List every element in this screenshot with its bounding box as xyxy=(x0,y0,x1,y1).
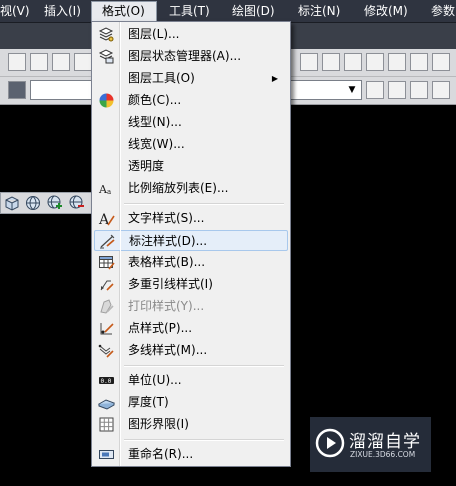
menu-tools[interactable]: 工具(T) xyxy=(169,0,210,22)
menu-insert[interactable]: 插入(I) xyxy=(44,0,81,22)
units-icon: 0.0 xyxy=(99,377,114,385)
menu-item-label: 打印样式(Y)... xyxy=(128,299,205,313)
view-toolbar xyxy=(0,192,92,214)
menu-item-label: 多线样式(M)... xyxy=(128,343,208,357)
menu-item-label: 线型(N)... xyxy=(128,115,182,129)
layer-match-icon[interactable] xyxy=(388,81,406,99)
menu-bar: 视(V) 插入(I) 格式(O) 工具(T) 绘图(D) 标注(N) 修改(M)… xyxy=(0,0,456,23)
menu-item-label: 线宽(W)... xyxy=(128,137,185,151)
menu-view[interactable]: 视(V) xyxy=(0,0,30,22)
point-style-icon xyxy=(100,323,114,335)
table-style-icon xyxy=(99,256,115,270)
plot-style-icon xyxy=(100,299,114,314)
menu-item-thickness[interactable]: 厚度(T) xyxy=(94,392,288,413)
chevron-down-icon[interactable]: ▼ xyxy=(345,83,359,97)
cube-view-icon[interactable] xyxy=(4,195,20,211)
menu-item-plot-style: 打印样式(Y)... xyxy=(94,296,288,317)
menu-item-label: 比例缩放列表(E)... xyxy=(128,181,229,195)
drawing-limits-icon xyxy=(99,417,114,432)
menu-item-color[interactable]: 颜色(C)... xyxy=(94,90,288,111)
layer-icon xyxy=(98,27,114,42)
watermark-text: 溜溜自学 xyxy=(349,432,421,452)
grid-icon[interactable] xyxy=(300,53,318,71)
menu-separator xyxy=(124,203,284,205)
menu-item-label: 厚度(T) xyxy=(128,395,169,409)
layer-previous-icon[interactable] xyxy=(366,81,384,99)
globe-remove-icon[interactable] xyxy=(69,195,85,211)
blank-icon[interactable] xyxy=(432,53,450,71)
menu-item-rename[interactable]: 重命名(R)... xyxy=(94,444,288,465)
menu-item-dimension-style[interactable]: 标注样式(D)... xyxy=(94,230,288,251)
menu-item-label: 透明度 xyxy=(128,159,165,173)
play-logo-icon xyxy=(315,428,345,458)
menu-modify[interactable]: 修改(M) xyxy=(364,0,408,22)
menu-item-layer-tools[interactable]: 图层工具(O) ▶ xyxy=(94,68,288,89)
markup-icon[interactable] xyxy=(366,53,384,71)
menu-item-label: 点样式(P)... xyxy=(128,321,193,335)
toolpalette-icon[interactable] xyxy=(322,53,340,71)
svg-text:0.0: 0.0 xyxy=(101,378,112,385)
menu-item-linetype[interactable]: 线型(N)... xyxy=(94,112,288,133)
menu-parameters[interactable]: 参数 xyxy=(431,0,455,22)
menu-separator xyxy=(124,439,284,441)
rename-icon xyxy=(99,450,114,459)
menu-item-multiline-style[interactable]: 多线样式(M)... xyxy=(94,340,288,361)
menu-item-label: 颜色(C)... xyxy=(128,93,182,107)
menu-item-multileader-style[interactable]: 多重引线样式(I) xyxy=(94,274,288,295)
menu-item-layer[interactable]: 图层(L)... xyxy=(94,24,288,45)
menu-item-label: 标注样式(D)... xyxy=(129,234,208,248)
menu-format[interactable]: 格式(O) xyxy=(91,1,157,22)
paste-icon[interactable] xyxy=(52,53,70,71)
multileader-style-icon xyxy=(100,280,114,291)
menu-item-drawing-limits[interactable]: 图形界限(I) xyxy=(94,414,288,435)
layer-combo-left[interactable] xyxy=(30,80,92,100)
color-wheel-icon xyxy=(99,93,114,108)
new-icon[interactable] xyxy=(8,53,26,71)
menu-item-label: 重命名(R)... xyxy=(128,447,194,461)
calculator-icon[interactable] xyxy=(388,53,406,71)
menu-item-layer-state-manager[interactable]: 图层状态管理器(A)... xyxy=(94,46,288,67)
menu-item-scale-list[interactable]: Aa 比例缩放列表(E)... xyxy=(94,178,288,199)
menu-item-label: 图层状态管理器(A)... xyxy=(128,49,242,63)
globe-add-icon[interactable] xyxy=(47,195,63,211)
text-style-icon: A xyxy=(98,212,115,227)
multiline-style-icon xyxy=(98,344,114,358)
menu-item-text-style[interactable]: A 文字样式(S)... xyxy=(94,208,288,229)
menu-item-label: 文字样式(S)... xyxy=(128,211,205,225)
layer-manager-icon[interactable] xyxy=(8,81,26,99)
svg-text:a: a xyxy=(107,188,111,196)
help-icon[interactable] xyxy=(410,53,428,71)
menu-item-point-style[interactable]: 点样式(P)... xyxy=(94,318,288,339)
layer-walk-icon[interactable] xyxy=(410,81,428,99)
menu-item-lineweight[interactable]: 线宽(W)... xyxy=(94,134,288,155)
submenu-arrow-icon: ▶ xyxy=(271,74,278,83)
menu-item-label: 单位(U)... xyxy=(128,373,182,387)
menu-draw[interactable]: 绘图(D) xyxy=(232,0,275,22)
menu-separator xyxy=(124,365,284,367)
layer-combo[interactable]: ▼ xyxy=(290,80,362,100)
globe-icon[interactable] xyxy=(25,195,41,211)
thickness-icon xyxy=(98,399,115,410)
menu-item-units[interactable]: 0.0 单位(U)... xyxy=(94,370,288,391)
menu-item-label: 表格样式(B)... xyxy=(128,255,206,269)
menu-item-transparency[interactable]: 透明度 xyxy=(94,156,288,177)
watermark-logo: 溜溜自学 ZIXUE.3D66.COM xyxy=(310,417,431,472)
menu-item-label: 图层工具(O) xyxy=(128,71,195,85)
menu-dimension[interactable]: 标注(N) xyxy=(298,0,340,22)
copy-icon[interactable] xyxy=(30,53,48,71)
scale-list-icon: Aa xyxy=(98,183,111,196)
sheetset-icon[interactable] xyxy=(344,53,362,71)
format-menu-dropdown: 图层(L)... 图层状态管理器(A)... 图层工具(O) ▶ 颜色(C)..… xyxy=(91,21,291,467)
menu-item-label: 图层(L)... xyxy=(128,27,180,41)
menu-item-label: 多重引线样式(I) xyxy=(128,277,213,291)
layer-state-manager-icon xyxy=(98,49,114,64)
menu-item-label: 图形界限(I) xyxy=(128,417,189,431)
match-properties-icon[interactable] xyxy=(74,53,92,71)
watermark-url: ZIXUE.3D66.COM xyxy=(350,450,416,459)
menu-item-table-style[interactable]: 表格样式(B)... xyxy=(94,252,288,273)
dimension-style-icon xyxy=(100,234,115,249)
layer-extra-icon[interactable] xyxy=(432,81,450,99)
